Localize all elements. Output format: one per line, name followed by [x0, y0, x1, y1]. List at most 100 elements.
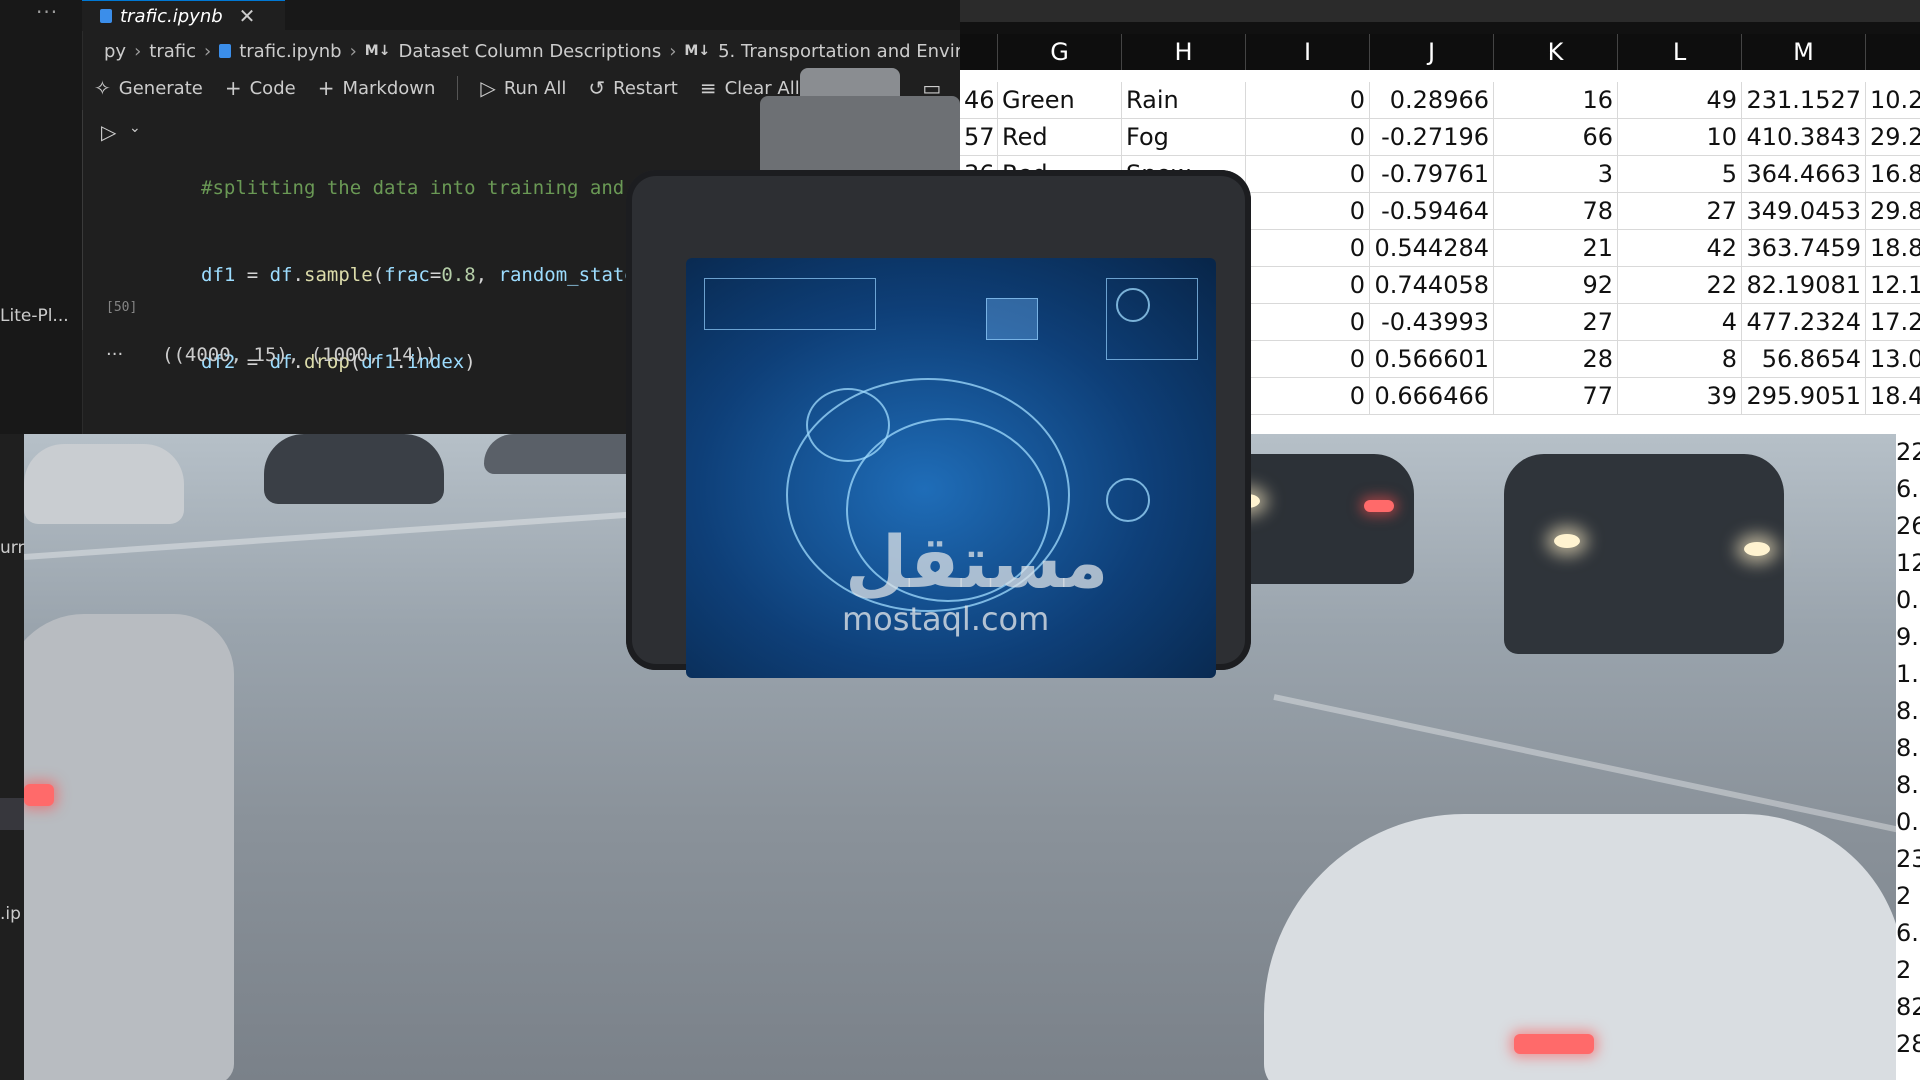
cell-l[interactable]: 49 — [1618, 82, 1742, 119]
cell-l[interactable]: 22 — [1618, 267, 1742, 304]
run-all-button[interactable]: ▷ Run All — [480, 76, 566, 100]
breadcrumb-item[interactable]: Dataset Column Descriptions — [398, 41, 661, 62]
cell-n[interactable]: 2 — [1896, 878, 1911, 915]
column-header-i[interactable]: I — [1246, 34, 1370, 70]
cell-i[interactable]: 0 — [1246, 156, 1370, 193]
cell-k[interactable]: 78 — [1494, 193, 1618, 230]
cell-j[interactable]: 0.666466 — [1370, 378, 1494, 415]
breadcrumb-item[interactable]: py — [104, 41, 126, 62]
cell-n[interactable]: 8.4 — [1896, 693, 1920, 730]
cell-n[interactable]: 29.2 — [1866, 119, 1920, 156]
cell-n[interactable]: 82 — [1896, 989, 1920, 1026]
cell-m[interactable]: 295.9051 — [1742, 378, 1866, 415]
cell-n[interactable]: 26 — [1896, 508, 1920, 545]
cell-n[interactable]: 6.2 — [1896, 915, 1920, 952]
cell-n[interactable]: 12.1 — [1866, 267, 1920, 304]
column-header-m[interactable]: M — [1742, 34, 1866, 70]
run-cell-icon[interactable]: ▷ — [101, 120, 116, 144]
column-header-k[interactable]: K — [1494, 34, 1618, 70]
cell-n[interactable]: 28 — [1896, 1026, 1920, 1063]
explorer-item-label[interactable]: Lite-Pl... — [0, 306, 69, 326]
output-more-icon[interactable]: ··· — [106, 344, 123, 365]
add-markdown-button[interactable]: + Markdown — [318, 76, 436, 100]
add-code-button[interactable]: + Code — [225, 76, 296, 100]
generate-button[interactable]: ✧ Generate — [94, 76, 203, 100]
cell-n[interactable]: 0.3 — [1896, 582, 1920, 619]
breadcrumb-item[interactable]: 5. Transportation and Environ — [718, 41, 960, 62]
cell-j[interactable]: 0.28966 — [1370, 82, 1494, 119]
cell-prefix[interactable]: 46 — [960, 82, 998, 119]
cell-n[interactable]: 6.8 — [1896, 471, 1920, 508]
cell-l[interactable]: 39 — [1618, 378, 1742, 415]
cell-l[interactable]: 42 — [1618, 230, 1742, 267]
cell-m[interactable]: 477.2324 — [1742, 304, 1866, 341]
column-header-g[interactable]: G — [998, 34, 1122, 70]
column-header-n[interactable] — [1866, 34, 1920, 70]
cell-m[interactable]: 231.1527 — [1742, 82, 1866, 119]
cell-k[interactable]: 77 — [1494, 378, 1618, 415]
cell-h[interactable]: Rain — [1122, 82, 1246, 119]
cell-l[interactable]: 10 — [1618, 119, 1742, 156]
cell-g[interactable]: Green — [998, 82, 1122, 119]
cell-i[interactable]: 0 — [1246, 230, 1370, 267]
cell-l[interactable]: 4 — [1618, 304, 1742, 341]
column-header-j[interactable]: J — [1370, 34, 1494, 70]
cell-j[interactable]: -0.27196 — [1370, 119, 1494, 156]
cell-n[interactable]: 1.8 — [1896, 656, 1920, 693]
cell-prefix[interactable]: 57 — [960, 119, 998, 156]
cell-j[interactable]: -0.59464 — [1370, 193, 1494, 230]
cell-n[interactable]: 0.7 — [1896, 804, 1920, 841]
cell-m[interactable]: 82.19081 — [1742, 267, 1866, 304]
chevron-down-icon[interactable]: ⌄ — [129, 120, 141, 136]
breadcrumb-item[interactable]: trafic — [149, 41, 196, 62]
cell-n[interactable]: 13.0 — [1866, 341, 1920, 378]
column-header-h[interactable]: H — [1122, 34, 1246, 70]
cell-n[interactable]: 29.8 — [1866, 193, 1920, 230]
column-header-f[interactable] — [960, 34, 998, 70]
cell-k[interactable]: 16 — [1494, 82, 1618, 119]
cell-i[interactable]: 0 — [1246, 341, 1370, 378]
cell-j[interactable]: 0.566601 — [1370, 341, 1494, 378]
cell-k[interactable]: 28 — [1494, 341, 1618, 378]
cell-n[interactable]: 9.5 — [1896, 619, 1920, 656]
tab-trafic-ipynb[interactable]: trafic.ipynb ✕ — [82, 0, 285, 31]
breadcrumb-item[interactable]: trafic.ipynb — [239, 41, 341, 62]
more-icon[interactable]: ··· — [36, 0, 58, 24]
cell-i[interactable]: 0 — [1246, 378, 1370, 415]
cell-l[interactable]: 5 — [1618, 156, 1742, 193]
cell-k[interactable]: 92 — [1494, 267, 1618, 304]
explorer-item-label[interactable]: urr — [0, 538, 24, 558]
cell-n[interactable]: 2 — [1896, 952, 1911, 989]
cell-m[interactable]: 349.0453 — [1742, 193, 1866, 230]
cell-n[interactable]: 17.2 — [1866, 304, 1920, 341]
cell-m[interactable]: 56.8654 — [1742, 341, 1866, 378]
cell-n[interactable]: 10.2 — [1866, 82, 1920, 119]
cell-k[interactable]: 21 — [1494, 230, 1618, 267]
cell-k[interactable]: 66 — [1494, 119, 1618, 156]
cell-l[interactable]: 27 — [1618, 193, 1742, 230]
cell-m[interactable]: 410.3843 — [1742, 119, 1866, 156]
cell-k[interactable]: 27 — [1494, 304, 1618, 341]
cell-n[interactable]: 12 — [1896, 545, 1920, 582]
cell-n[interactable]: 18.4 — [1866, 378, 1920, 415]
cell-m[interactable]: 364.4663 — [1742, 156, 1866, 193]
cell-h[interactable]: Fog — [1122, 119, 1246, 156]
restart-button[interactable]: ↺ Restart — [588, 76, 677, 100]
cell-i[interactable]: 0 — [1246, 267, 1370, 304]
cell-g[interactable]: Red — [998, 119, 1122, 156]
cell-n[interactable]: 23 — [1896, 841, 1920, 878]
cell-k[interactable]: 3 — [1494, 156, 1618, 193]
cell-n[interactable]: 8.1 — [1896, 730, 1920, 767]
cell-i[interactable]: 0 — [1246, 304, 1370, 341]
cell-i[interactable]: 0 — [1246, 82, 1370, 119]
close-icon[interactable]: ✕ — [239, 4, 256, 28]
cell-i[interactable]: 0 — [1246, 193, 1370, 230]
cell-j[interactable]: -0.43993 — [1370, 304, 1494, 341]
cell-n[interactable]: 18.8 — [1866, 230, 1920, 267]
cell-j[interactable]: 0.544284 — [1370, 230, 1494, 267]
cell-j[interactable]: 0.744058 — [1370, 267, 1494, 304]
cell-m[interactable]: 363.7459 — [1742, 230, 1866, 267]
cell-n[interactable]: 16.8 — [1866, 156, 1920, 193]
column-header-l[interactable]: L — [1618, 34, 1742, 70]
explorer-item-label[interactable]: .ip — [0, 904, 21, 924]
